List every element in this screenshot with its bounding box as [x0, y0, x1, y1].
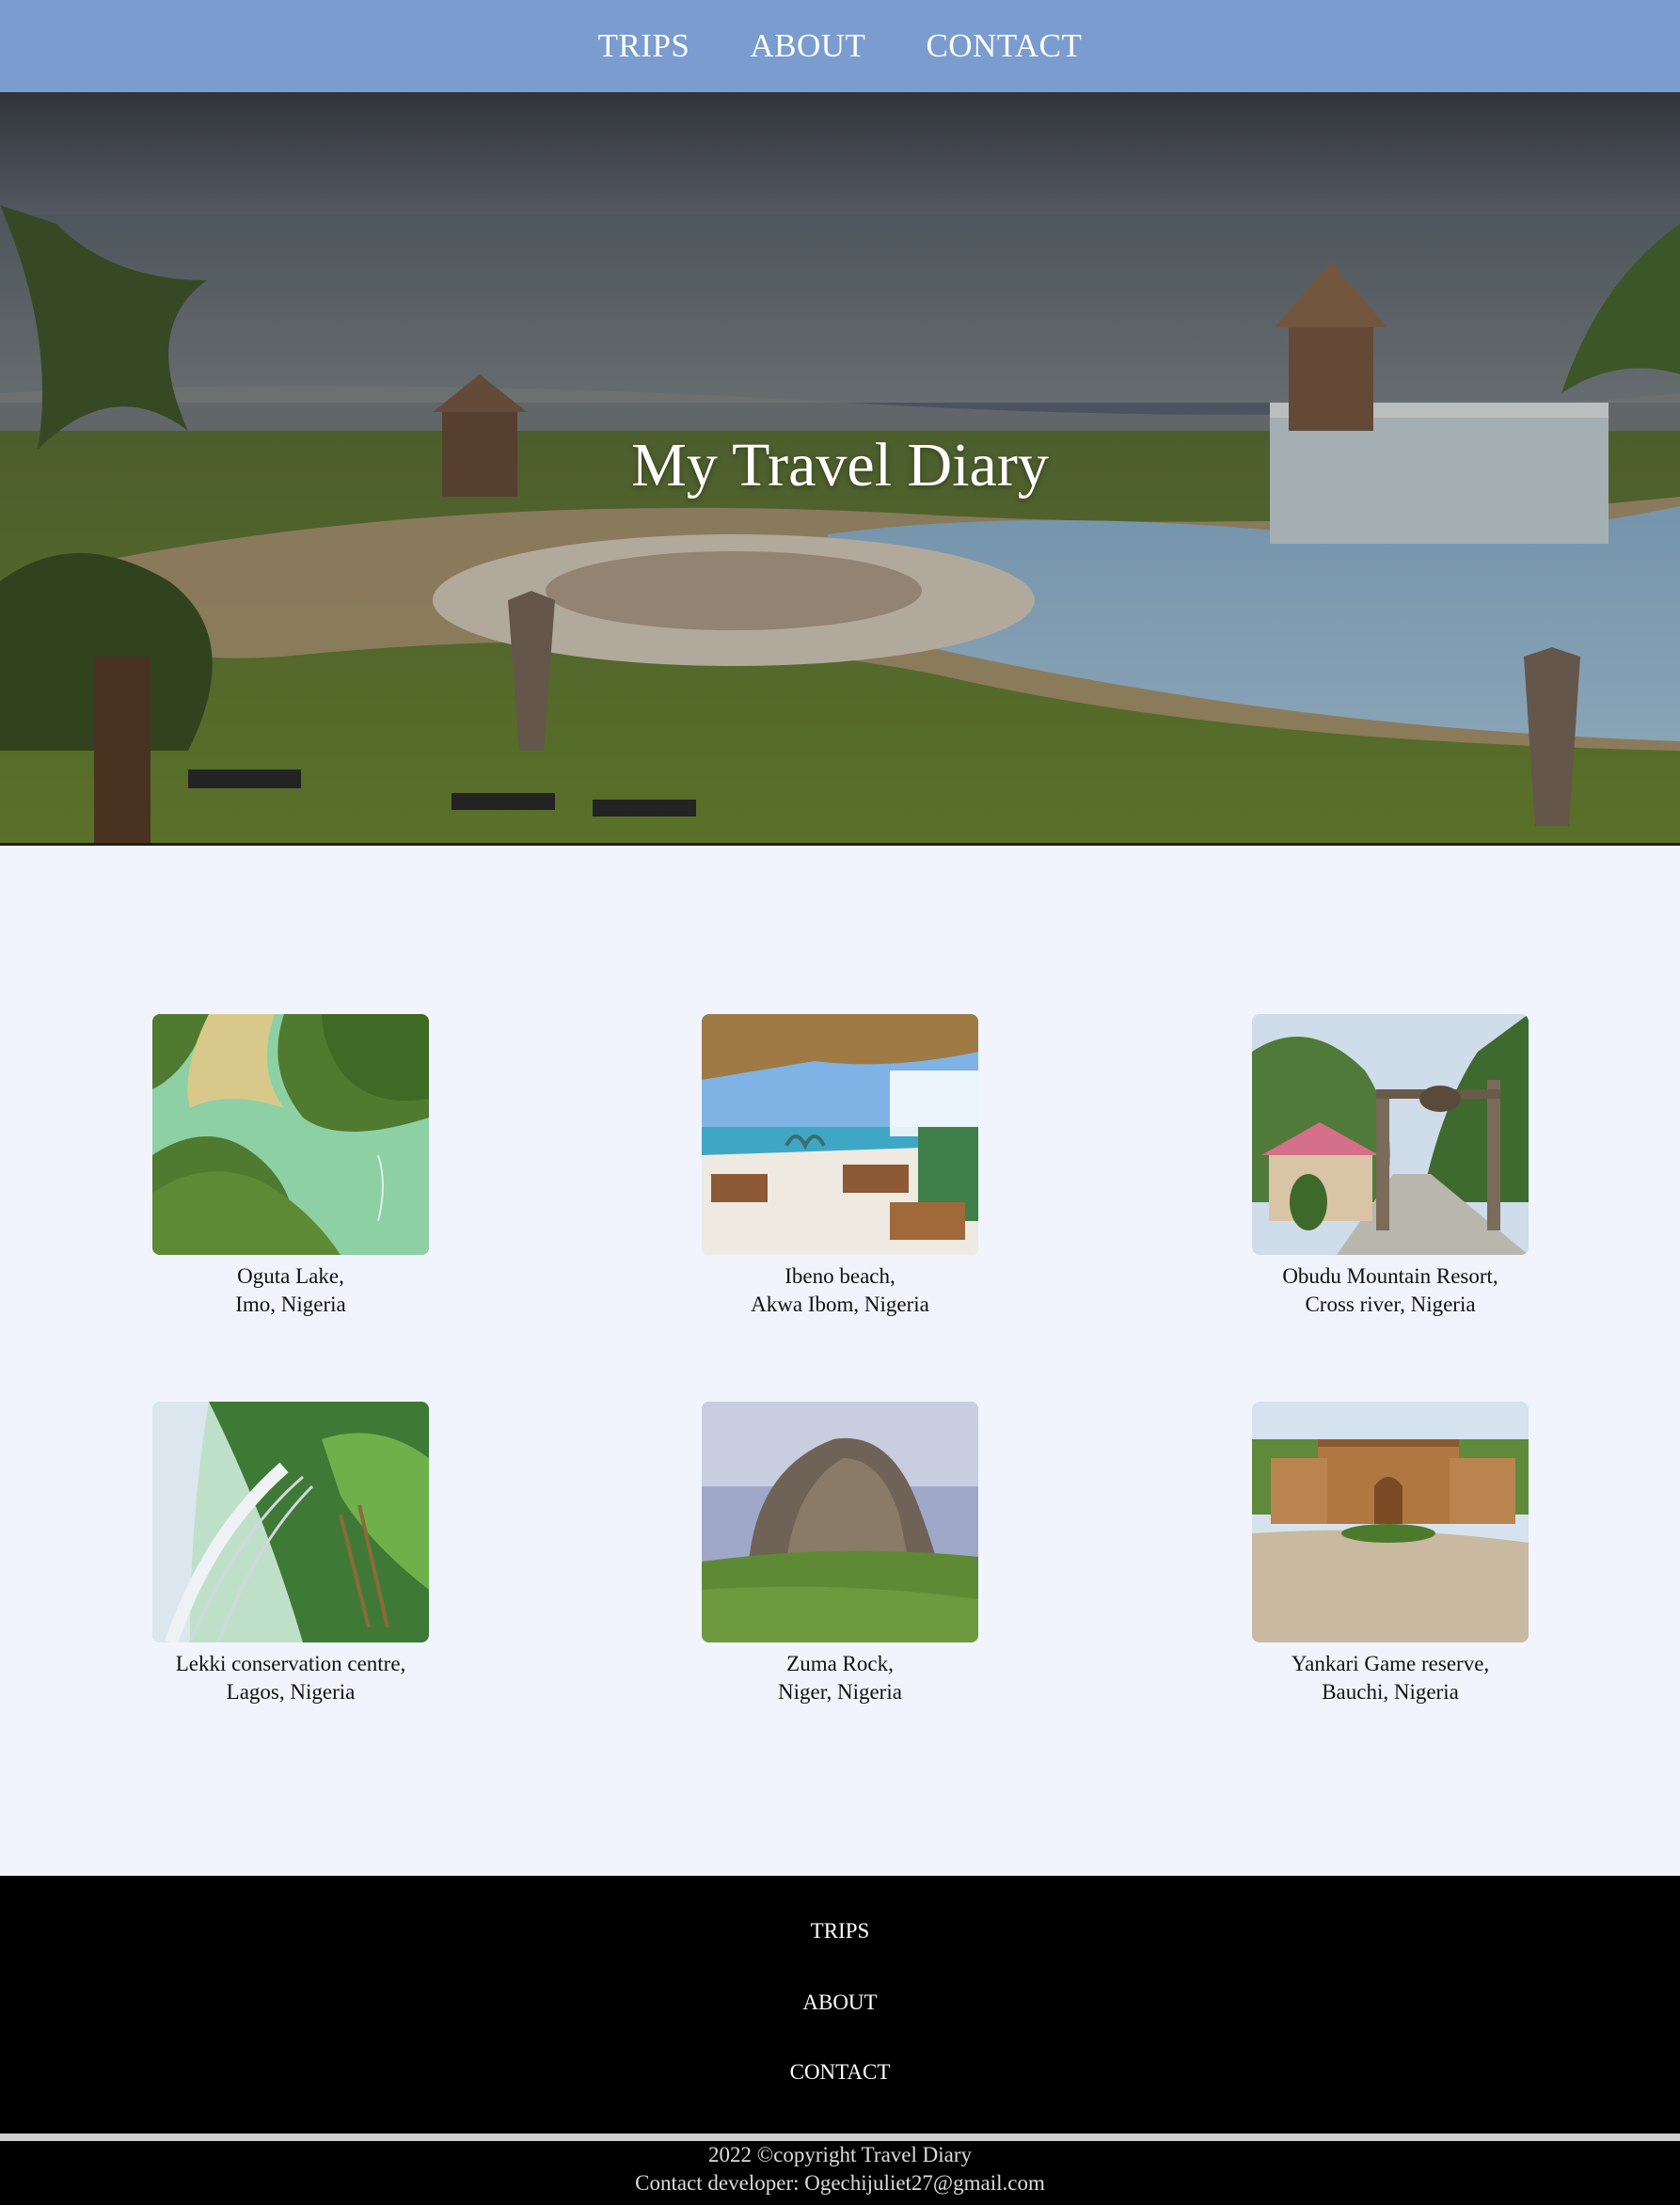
footer-link-contact[interactable]: CONTACT — [0, 2060, 1680, 2085]
trip-name: Obudu Mountain Resort, — [1282, 1264, 1498, 1288]
trip-card[interactable]: Zuma Rock, Niger, Nigeria — [702, 1402, 978, 1706]
trip-name: Yankari Game reserve, — [1291, 1652, 1490, 1675]
beach-hut-image[interactable] — [702, 1014, 978, 1255]
trip-card[interactable]: Oguta Lake, Imo, Nigeria — [152, 1014, 429, 1319]
trip-name: Oguta Lake, — [237, 1264, 344, 1288]
trip-name: Zuma Rock, — [786, 1652, 894, 1675]
top-nav: TRIPS ABOUT CONTACT — [0, 0, 1680, 92]
trip-location: Niger, Nigeria — [778, 1680, 902, 1704]
nav-link-about[interactable]: ABOUT — [750, 0, 865, 92]
trip-location: Imo, Nigeria — [235, 1293, 346, 1316]
footer-link-trips[interactable]: TRIPS — [0, 1919, 1680, 1943]
developer-contact: Contact developer: Ogechijuliet27@gmail.… — [635, 2171, 1045, 2195]
hero-banner: My Travel Diary — [0, 92, 1680, 846]
rock-landscape-image[interactable] — [702, 1402, 978, 1642]
footer: TRIPS ABOUT CONTACT — [0, 1876, 1680, 2134]
reserve-gate-image[interactable] — [1252, 1402, 1529, 1642]
trip-name: Lekki conservation centre, — [175, 1652, 406, 1675]
trip-card[interactable]: Yankari Game reserve, Bauchi, Nigeria — [1252, 1402, 1529, 1706]
nav-link-trips[interactable]: TRIPS — [598, 0, 690, 92]
copyright-text: 2022 ©copyright Travel Diary — [707, 2143, 973, 2166]
trip-location: Cross river, Nigeria — [1305, 1293, 1476, 1316]
footer-divider — [0, 2134, 1680, 2141]
trip-location: Akwa Ibom, Nigeria — [751, 1293, 929, 1316]
mountain-gate-image[interactable] — [1252, 1014, 1529, 1255]
trip-location: Lagos, Nigeria — [226, 1680, 356, 1704]
trip-card[interactable]: Ibeno beach, Akwa Ibom, Nigeria — [702, 1014, 978, 1319]
trip-card[interactable]: Lekki conservation centre, Lagos, Nigeri… — [152, 1402, 429, 1706]
canopy-walkway-image[interactable] — [152, 1402, 429, 1642]
trip-location: Bauchi, Nigeria — [1322, 1680, 1459, 1704]
nav-link-contact[interactable]: CONTACT — [926, 0, 1082, 92]
trip-name: Ibeno beach, — [785, 1264, 895, 1288]
page-title: My Travel Diary — [631, 431, 1049, 500]
copyright-bar: 2022 ©copyright Travel Diary Contact dev… — [0, 2141, 1680, 2205]
footer-link-about[interactable]: ABOUT — [0, 1991, 1680, 2015]
aerial-lake-image[interactable] — [152, 1014, 429, 1255]
trip-card[interactable]: Obudu Mountain Resort, Cross river, Nige… — [1252, 1014, 1529, 1319]
